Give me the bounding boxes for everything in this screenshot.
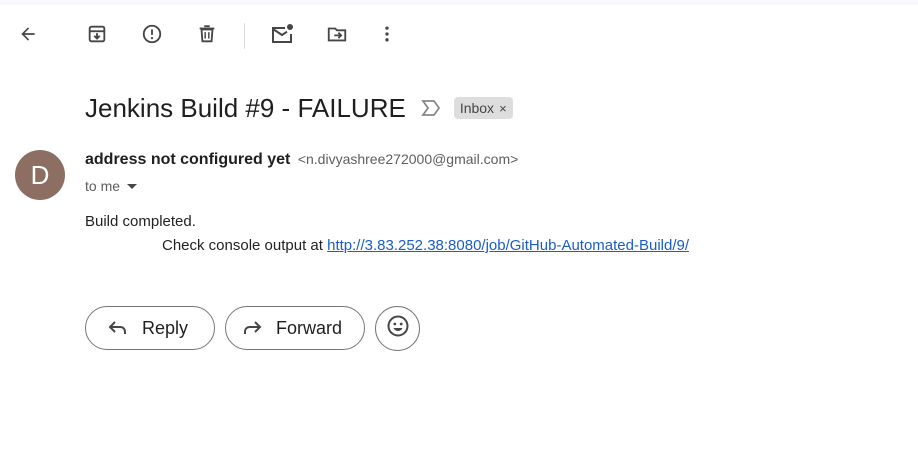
sender-line: address not configured yet <n.divyashree…: [85, 151, 518, 169]
subject-row: Jenkins Build #9 - FAILURE Inbox ×: [85, 88, 513, 128]
console-output-link[interactable]: http://3.83.252.38:8080/job/GitHub-Autom…: [327, 237, 689, 254]
back-arrow-icon: [18, 24, 38, 49]
importance-marker-icon[interactable]: [420, 97, 442, 119]
forward-icon: [242, 317, 264, 339]
emoji-reaction-button[interactable]: [375, 306, 420, 351]
show-details-caret-icon[interactable]: [127, 183, 138, 189]
email-body-line1: Build completed.: [85, 213, 196, 230]
move-to-button[interactable]: [317, 16, 357, 56]
inbox-label-chip: Inbox ×: [453, 97, 513, 119]
reply-button[interactable]: Reply: [85, 306, 215, 350]
reply-icon: [108, 317, 130, 339]
sender-avatar[interactable]: D: [15, 150, 65, 200]
report-spam-icon: [141, 23, 163, 50]
delete-button[interactable]: [187, 16, 227, 56]
trash-icon: [196, 23, 218, 50]
label-chip-text: Inbox: [459, 100, 495, 116]
remove-label-button[interactable]: ×: [499, 101, 507, 116]
body-line2-text: Check console output at: [162, 237, 328, 254]
mark-unread-button[interactable]: [262, 16, 302, 56]
recipient-line: to me: [85, 178, 138, 194]
recipient-text: to me: [85, 178, 121, 194]
sender-name[interactable]: address not configured yet: [85, 151, 290, 168]
move-to-folder-icon: [326, 23, 348, 50]
message-toolbar: [0, 5, 918, 65]
sender-email: <n.divyashree272000@gmail.com>: [297, 151, 519, 167]
more-vert-icon: [377, 24, 397, 49]
archive-button[interactable]: [77, 16, 117, 56]
forward-button[interactable]: Forward: [225, 306, 365, 350]
emoji-reaction-icon: [386, 314, 410, 343]
report-spam-button[interactable]: [132, 16, 172, 56]
mark-unread-icon: [270, 23, 294, 50]
archive-icon: [86, 23, 108, 50]
more-options-button[interactable]: [367, 16, 407, 56]
back-button[interactable]: [8, 16, 48, 56]
reply-label: Reply: [142, 317, 189, 338]
toolbar-divider: [244, 23, 245, 49]
forward-label: Forward: [276, 317, 343, 338]
email-subject: Jenkins Build #9 - FAILURE: [85, 92, 406, 123]
email-body-line2: Check console output at http://3.83.252.…: [162, 237, 689, 254]
